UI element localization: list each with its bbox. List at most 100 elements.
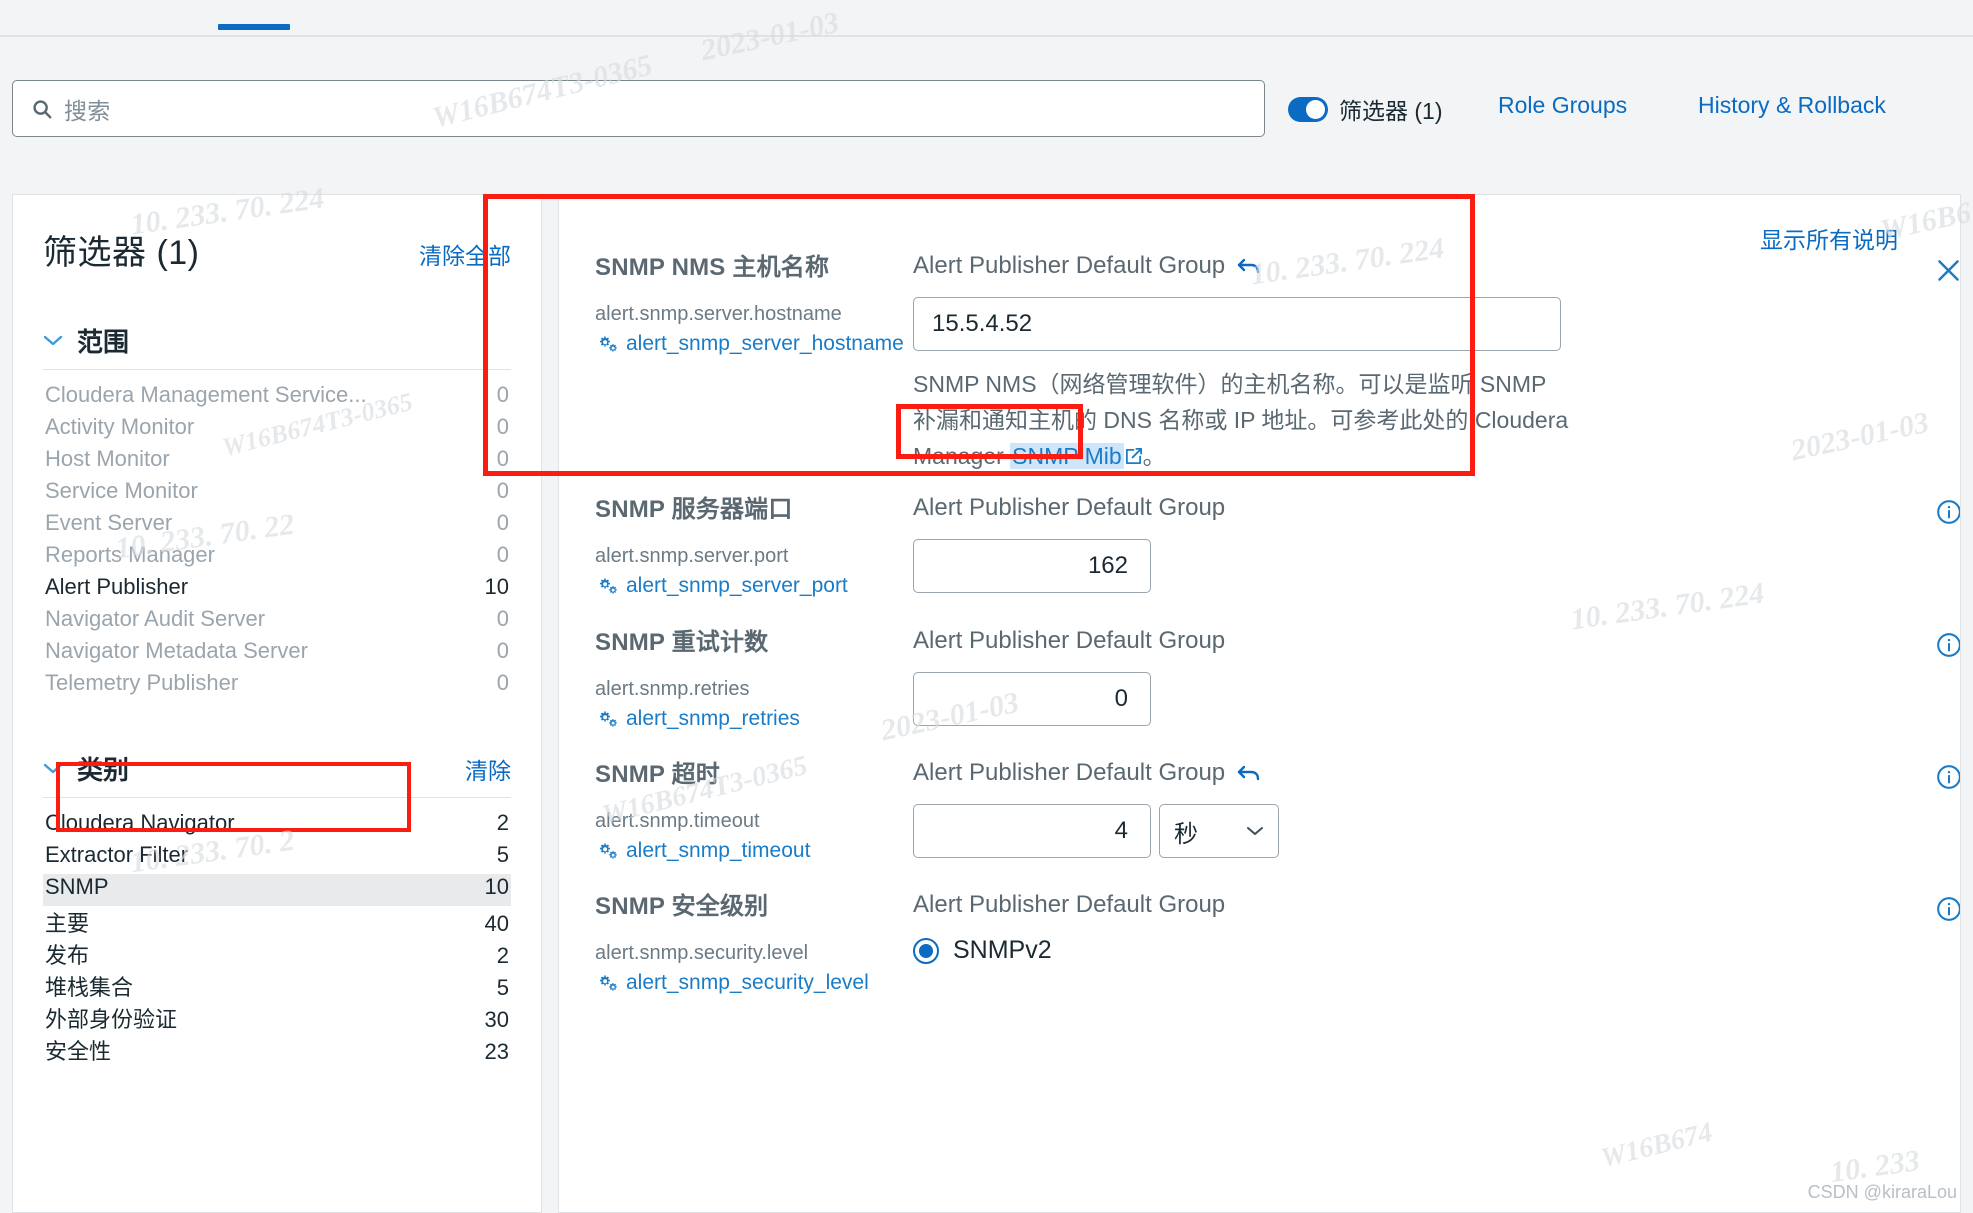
info-icon[interactable]	[1936, 896, 1961, 922]
chevron-down-icon	[43, 335, 63, 346]
config-group-row: Alert Publisher Default Group	[913, 891, 1852, 918]
filter-row-category-snmp[interactable]: SNMP 10	[43, 874, 511, 906]
filter-row-label: Cloudera Navigator	[45, 810, 235, 835]
filter-row-scope-6[interactable]: Alert Publisher 10	[43, 574, 511, 606]
filter-row-scope-5[interactable]: Reports Manager 0	[43, 542, 511, 574]
section-title: 范围	[77, 327, 130, 357]
filter-row-count: 5	[496, 975, 509, 1000]
timeout-unit-select[interactable]: 秒	[1159, 804, 1279, 859]
toggle-switch[interactable]	[1288, 96, 1328, 122]
timeout-input-group: 4 秒	[913, 786, 1852, 859]
search-placeholder: 搜索	[64, 97, 111, 124]
filter-row-count: 0	[496, 670, 509, 695]
filter-panel-header: 筛选器 (1) 清除全部	[43, 195, 511, 274]
config-group-row: Alert Publisher Default Group	[913, 252, 1852, 279]
config-api-name: alert_snmp_server_port	[626, 574, 848, 597]
header-toolbar: 搜索 筛选器 (1) Role Groups History & Rollbac…	[0, 48, 1973, 158]
config-api-link[interactable]: alert_snmp_security_level	[595, 968, 913, 997]
gears-icon	[599, 711, 617, 727]
filter-row-category-3[interactable]: 主要 40	[43, 906, 511, 938]
history-rollback-link[interactable]: History & Rollback	[1698, 92, 1886, 119]
config-api-name: alert_snmp_server_hostname	[626, 332, 904, 355]
filter-row-scope-8[interactable]: Navigator Metadata Server 0	[43, 638, 511, 670]
filter-row-scope-9[interactable]: Telemetry Publisher 0	[43, 670, 511, 702]
config-label-block: SNMP 安全级别 alert.snmp.security.level aler…	[595, 892, 913, 997]
filter-row-scope-0[interactable]: Cloudera Management Service... 0	[43, 382, 511, 414]
filter-row-count: 0	[496, 414, 509, 439]
filter-toggle[interactable]: 筛选器 (1)	[1288, 92, 1443, 126]
config-group-name: Alert Publisher Default Group	[913, 494, 1226, 521]
config-value-block: Alert Publisher Default Group SNMPv2	[913, 891, 1852, 997]
filter-row-category-7[interactable]: 安全性 23	[43, 1034, 511, 1066]
filter-row-category-0[interactable]: Cloudera Navigator 2	[43, 810, 511, 842]
filter-row-category-5[interactable]: 堆栈集合 5	[43, 970, 511, 1002]
section-clear-button[interactable]: 清除	[465, 752, 511, 786]
search-input[interactable]: 搜索	[12, 80, 1265, 137]
radio-button[interactable]	[913, 937, 939, 964]
filter-row-category-1[interactable]: Extractor Filter 5	[43, 842, 511, 874]
filter-row-label: Reports Manager	[45, 542, 215, 567]
server-port-input[interactable]: 162	[913, 539, 1151, 594]
timeout-input[interactable]: 4	[913, 804, 1151, 859]
section-header[interactable]: 类别 清除	[43, 750, 511, 798]
security-level-radio-snmpv2[interactable]: SNMPv2	[913, 936, 1852, 965]
undo-icon[interactable]	[1237, 257, 1261, 276]
filter-row-category-6[interactable]: 外部身份验证 30	[43, 1002, 511, 1034]
config-api-link[interactable]: alert_snmp_server_port	[595, 571, 913, 600]
hostname-input[interactable]: 15.5.4.52	[913, 297, 1561, 352]
config-label-block: SNMP 重试计数 alert.snmp.retries alert_snmp_…	[595, 628, 913, 733]
config-row-snmp-retries: SNMP 重试计数 alert.snmp.retries alert_snmp_…	[559, 627, 1961, 733]
config-property-name: alert.snmp.timeout	[595, 810, 760, 832]
filter-row-label: Service Monitor	[45, 478, 198, 503]
config-row-snmp-server-port: SNMP 服务器端口 alert.snmp.server.port alert_…	[559, 494, 1961, 600]
filter-panel-title: 筛选器 (1)	[43, 234, 200, 272]
filter-row-scope-4[interactable]: Event Server 0	[43, 510, 511, 542]
retries-input[interactable]: 0	[913, 672, 1151, 727]
filter-section-category: 类别 清除 Cloudera Navigator 2 Extractor Filt…	[43, 750, 511, 1066]
config-api-name: alert_snmp_security_level	[626, 971, 869, 994]
filter-row-label: 外部身份验证	[45, 1007, 178, 1032]
config-label-block: SNMP 服务器端口 alert.snmp.server.port alert_…	[595, 495, 913, 600]
show-all-descriptions-link[interactable]: 显示所有说明	[1760, 221, 1898, 255]
filter-row-count: 2	[496, 943, 509, 968]
search-icon	[33, 99, 52, 118]
timeout-unit-value: 秒	[1174, 820, 1198, 848]
description-post-text: 。	[1142, 442, 1166, 469]
filter-row-count: 0	[496, 446, 509, 471]
undo-icon[interactable]	[1237, 764, 1261, 783]
config-api-link[interactable]: alert_snmp_retries	[595, 704, 913, 733]
role-groups-link[interactable]: Role Groups	[1498, 92, 1627, 119]
filter-row-label: Alert Publisher	[45, 574, 189, 599]
config-label-block: SNMP NMS 主机名称 alert.snmp.server.hostname…	[595, 253, 913, 474]
config-api-name: alert_snmp_retries	[626, 707, 800, 730]
config-description: SNMP NMS（网络管理软件）的主机名称。可以是监听 SNMP 补漏和通知主机…	[913, 367, 1573, 474]
gears-icon	[599, 975, 617, 991]
filter-row-count: 0	[496, 382, 509, 407]
config-display-name: SNMP 超时	[595, 761, 720, 788]
filter-panel: 筛选器 (1) 清除全部 范围 Cloudera Management Serv…	[12, 194, 542, 1213]
filter-row-label: Navigator Metadata Server	[45, 638, 308, 663]
filter-row-scope-1[interactable]: Activity Monitor 0	[43, 414, 511, 446]
snmp-mib-link[interactable]: SNMP Mib	[1010, 442, 1124, 469]
category-rows: Cloudera Navigator 2 Extractor Filter 5 SN…	[43, 810, 511, 1066]
filter-row-count: 2	[496, 810, 509, 835]
filter-row-scope-2[interactable]: Host Monitor 0	[43, 446, 511, 478]
info-icon[interactable]	[1936, 632, 1961, 658]
config-display-name: SNMP 重试计数	[595, 629, 769, 656]
info-icon[interactable]	[1936, 499, 1961, 525]
config-api-link[interactable]: alert_snmp_timeout	[595, 836, 913, 865]
active-tab-indicator	[218, 24, 290, 30]
filter-row-category-4[interactable]: 发布 2	[43, 938, 511, 970]
clear-all-button[interactable]: 清除全部	[419, 237, 511, 271]
info-icon[interactable]	[1936, 764, 1961, 790]
gears-icon	[599, 336, 617, 352]
filter-section-scope: 范围 Cloudera Management Service... 0 Activ…	[43, 322, 511, 702]
close-icon[interactable]	[1935, 257, 1961, 284]
filter-row-scope-3[interactable]: Service Monitor 0	[43, 478, 511, 510]
config-row-snmp-nms-hostname: SNMP NMS 主机名称 alert.snmp.server.hostname…	[559, 252, 1961, 474]
config-value-block: Alert Publisher Default Group 0	[913, 627, 1852, 733]
filter-row-scope-7[interactable]: Navigator Audit Server 0	[43, 606, 511, 638]
filter-row-label: 堆栈集合	[45, 975, 134, 1000]
section-header[interactable]: 范围	[43, 322, 511, 370]
config-api-link[interactable]: alert_snmp_server_hostname	[595, 329, 913, 358]
